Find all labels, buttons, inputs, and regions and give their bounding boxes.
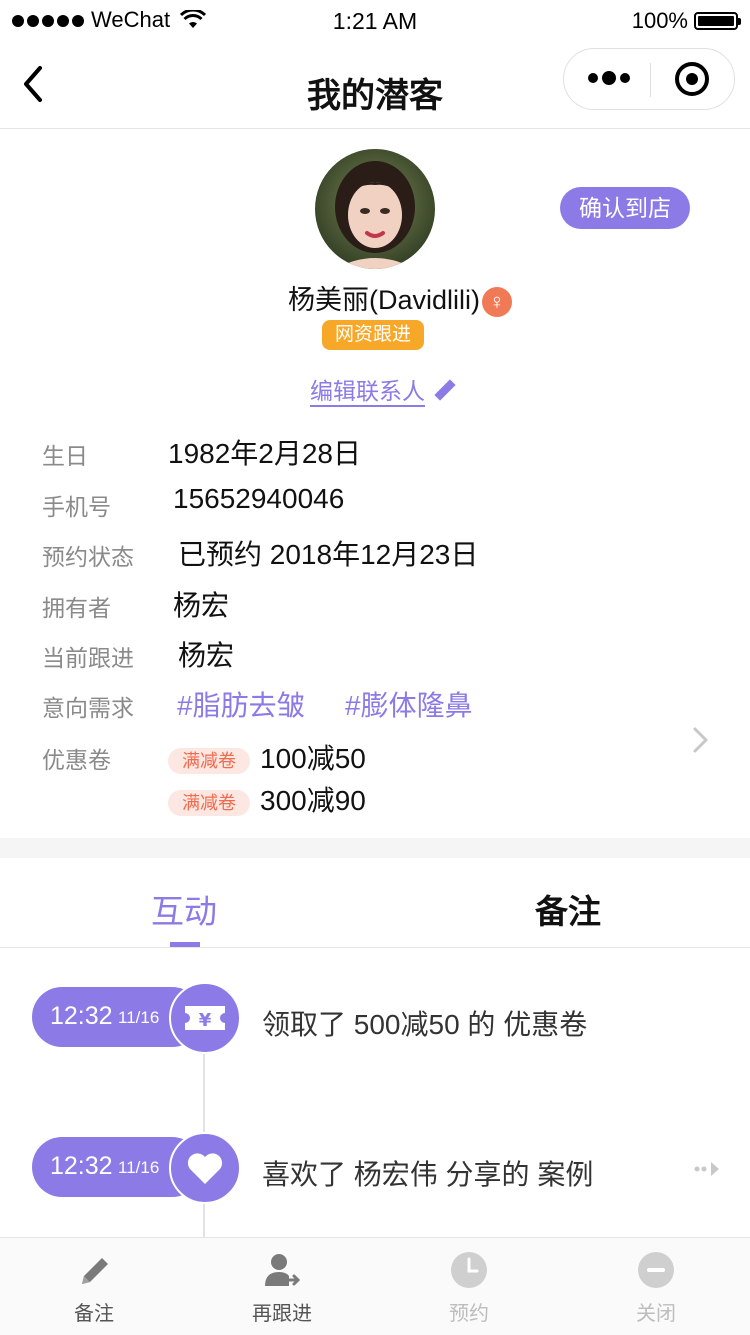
tabs-divider [0, 947, 750, 948]
coupon-label: 优惠卷 [42, 747, 111, 773]
status-badge: 网资跟进 [322, 320, 424, 350]
coupon-item: 满减卷 300减90 [168, 779, 366, 819]
battery-icon [694, 12, 741, 30]
birthday-label: 生日 [42, 443, 88, 469]
intent-label: 意向需求 [42, 695, 134, 721]
battery-percent: 100% [631, 8, 688, 33]
close-label: 关闭 [636, 1303, 676, 1325]
coupon-value: 100减50 [260, 743, 366, 774]
follow-up-button[interactable]: 再跟进 [188, 1238, 376, 1335]
event-date: 11/16 [118, 1008, 160, 1027]
contact-name: 杨美丽(Davidlili) [287, 285, 480, 315]
minus-circle-icon [638, 1252, 674, 1288]
coupon-value: 300减90 [260, 785, 366, 816]
contact-name-row: 杨美丽(Davidlili) ♀ [0, 278, 750, 317]
edit-contact-label: 编辑联系人 [310, 378, 425, 407]
appointment-label: 预约状态 [42, 544, 134, 570]
event-time: 12:32 [50, 1002, 113, 1030]
follow-up-label: 再跟进 [252, 1303, 312, 1325]
svg-text:¥: ¥ [199, 1010, 212, 1031]
notes-label: 备注 [74, 1303, 114, 1325]
tab-notes[interactable]: 备注 [468, 885, 668, 933]
pencil-icon [434, 379, 456, 401]
phone-label: 手机号 [42, 494, 111, 520]
tab-interaction[interactable]: 互动 [84, 885, 284, 933]
owner-value: 杨宏 [173, 590, 230, 621]
notes-button[interactable]: 备注 [0, 1238, 188, 1335]
intent-tag[interactable]: #脂肪去皱 [177, 684, 305, 724]
avatar [315, 149, 435, 269]
event-text: 领取了 500减50 的 优惠卷 [262, 1009, 588, 1040]
birthday-value: 1982年2月28日 [168, 438, 362, 469]
pencil-icon [82, 1258, 108, 1284]
intent-tag[interactable]: #膨体隆鼻 [345, 684, 473, 724]
mini-program-capsule [563, 48, 735, 110]
user-forward-icon [265, 1254, 301, 1286]
heart-icon [169, 1132, 241, 1204]
active-tab-indicator [170, 942, 200, 947]
appointment-value: 已预约 2018年12月23日 [178, 539, 479, 570]
more-dots-icon[interactable] [588, 69, 648, 91]
female-icon: ♀ [482, 286, 512, 317]
close-button[interactable]: 关闭 [562, 1238, 750, 1335]
phone-value[interactable]: 15652940046 [173, 483, 344, 515]
ticket-yen-icon: ¥ [169, 982, 241, 1054]
clock-icon [451, 1252, 487, 1288]
coupon-type-badge: 满减卷 [168, 747, 250, 774]
coupon-type-badge: 满减卷 [168, 789, 250, 816]
confirm-arrival-button[interactable]: 确认到店 [560, 187, 690, 229]
bottom-action-bar: 备注 再跟进 预约 关闭 [0, 1237, 750, 1335]
follower-value: 杨宏 [178, 640, 235, 671]
status-bar: WeChat 1:21 AM 100% [0, 0, 750, 40]
edit-contact-link[interactable]: 编辑联系人 [310, 372, 456, 407]
follower-label: 当前跟进 [42, 645, 134, 671]
close-target-icon[interactable] [675, 62, 709, 96]
dotted-arrow-icon[interactable] [694, 1158, 724, 1180]
capsule-divider [650, 63, 651, 97]
section-divider [0, 838, 750, 858]
owner-label: 拥有者 [42, 595, 111, 621]
appointment-label-bottom: 预约 [449, 1303, 489, 1325]
event-text[interactable]: 喜欢了 杨宏伟 分享的 案例 [262, 1153, 593, 1193]
navigation-bar: 我的潜客 [0, 40, 750, 129]
chevron-right-icon[interactable] [690, 726, 712, 754]
event-time: 12:32 [50, 1152, 113, 1180]
event-date: 11/16 [118, 1158, 160, 1177]
coupon-item: 满减卷 100减50 [168, 737, 366, 777]
appointment-button[interactable]: 预约 [375, 1238, 563, 1335]
